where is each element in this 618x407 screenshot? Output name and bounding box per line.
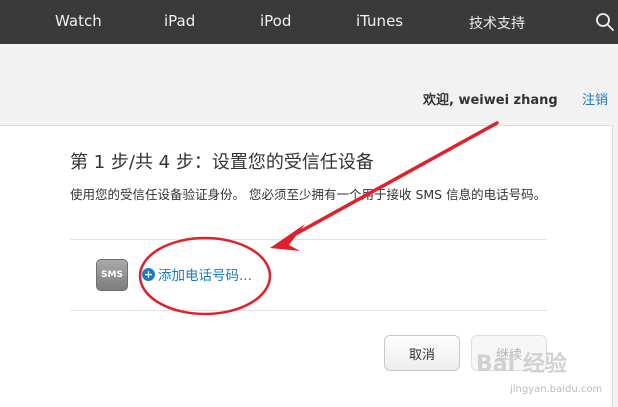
watermark-url: jingyan.baidu.com	[510, 384, 603, 395]
add-phone-link[interactable]: + 添加电话号码...	[142, 264, 252, 284]
search-icon[interactable]	[595, 12, 615, 32]
divider	[70, 239, 547, 240]
step-title: 第 1 步/共 4 步：设置您的受信任设备	[70, 152, 374, 173]
watermark-logo: Bai 经验	[476, 352, 567, 377]
card-edge	[612, 125, 618, 407]
logout-link[interactable]: 注销	[582, 89, 608, 108]
nav-item-ipad[interactable]: iPad	[164, 12, 195, 30]
nav-item-itunes[interactable]: iTunes	[356, 12, 403, 30]
nav-item-watch[interactable]: Watch	[55, 12, 102, 30]
plus-icon: +	[142, 267, 155, 281]
sms-icon: SMS	[96, 259, 128, 291]
welcome-text: 欢迎, weiwei zhang	[423, 93, 558, 108]
step-description: 使用您的受信任设备验证身份。 您必须至少拥有一个用于接收 SMS 信息的电话号码…	[70, 187, 547, 202]
nav-item-support[interactable]: 技术支持	[469, 13, 525, 33]
nav-item-ipod[interactable]: iPod	[260, 12, 291, 30]
add-phone-label: 添加电话号码...	[158, 268, 252, 284]
top-nav: Watch iPad iPod iTunes 技术支持	[0, 0, 618, 44]
divider	[70, 310, 547, 311]
sms-badge-label: SMS	[101, 270, 123, 280]
cancel-button[interactable]: 取消	[384, 335, 460, 371]
cancel-label: 取消	[408, 347, 435, 363]
